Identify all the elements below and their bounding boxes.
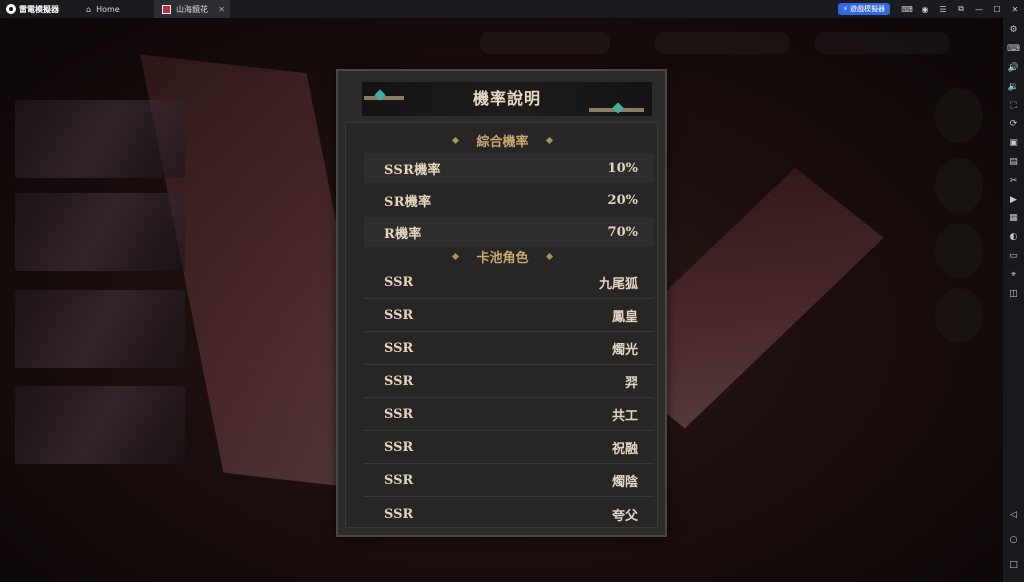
probability-dialog: 機率說明 綜合機率 SSR機率 10% SR機率 20% R機率 70% 卡池角… (336, 69, 667, 537)
character-name: 夸父 (611, 508, 638, 524)
multi-instance-button[interactable]: ⚡ 遊戲模擬器 (837, 3, 890, 15)
rate-row: SSR機率 10% (364, 153, 654, 183)
volume-up-icon[interactable]: 🔊 (1003, 59, 1024, 78)
character-rarity: SSR (384, 440, 414, 455)
folder-icon[interactable]: ▭ (1003, 247, 1024, 266)
rate-value: 10% (607, 160, 638, 176)
tab-home-label: Home (96, 4, 120, 14)
scissors-icon[interactable]: ✂ (1003, 171, 1024, 190)
ldplayer-logo-icon (6, 4, 16, 14)
character-row: SSR 九尾狐 (364, 267, 654, 299)
home-icon: ⌂ (86, 4, 92, 14)
character-name: 九尾狐 (598, 277, 638, 292)
keyboard-icon[interactable]: ⌨ (1003, 40, 1024, 59)
home-circle-icon[interactable]: ○ (1003, 530, 1024, 549)
character-name: 祝融 (611, 442, 638, 457)
character-row: SSR 羿 (364, 366, 654, 398)
dialog-title: 機率說明 (472, 89, 541, 108)
character-rarity: SSR (384, 341, 414, 356)
tab-game-label: 山海鏡花 (176, 4, 208, 14)
volume-down-icon[interactable]: 🔉 (1003, 77, 1024, 96)
character-row: SSR 共工 (364, 399, 654, 431)
sync-icon[interactable]: ◐ (1003, 228, 1024, 247)
maximize-icon[interactable]: ☐ (988, 5, 1006, 14)
settings-icon[interactable]: ⚙ (1003, 21, 1024, 40)
menu-icon[interactable]: ☰ (934, 5, 952, 14)
diamond-icon (452, 136, 460, 144)
character-rarity: SSR (384, 275, 414, 290)
screenshot-icon[interactable]: ▣ (1003, 134, 1024, 153)
rate-label: SSR機率 (384, 162, 441, 178)
character-name: 羿 (624, 376, 638, 391)
character-row: SSR 鳳皇 (364, 300, 654, 332)
rotate-icon[interactable]: ⟳ (1003, 115, 1024, 134)
diamond-icon (545, 252, 553, 260)
app-name: 雷電模擬器 (19, 4, 59, 14)
dialog-content[interactable]: 綜合機率 SSR機率 10% SR機率 20% R機率 70% 卡池角色 SSR… (345, 122, 658, 528)
apk-icon[interactable]: ▤ (1003, 153, 1024, 172)
tab-close-icon[interactable]: ✕ (218, 5, 225, 14)
character-name: 鳳皇 (611, 310, 638, 325)
tab-game[interactable]: 山海鏡花 ✕ (154, 0, 230, 18)
close-icon[interactable]: ✕ (1006, 5, 1024, 14)
character-row: SSR 燭陰 (364, 465, 654, 497)
multi-instance-label: 遊戲模擬器 (850, 5, 885, 13)
section-header-overall: 綜合機率 (346, 129, 659, 151)
rate-label: R機率 (384, 226, 422, 242)
diamond-icon (545, 136, 553, 144)
app-logo: 雷電模擬器 (0, 4, 78, 15)
rate-value: 20% (607, 192, 638, 208)
character-row: SSR 祝融 (364, 432, 654, 464)
section-title-pool: 卡池角色 (476, 250, 529, 266)
game-thumbnail-icon (162, 4, 171, 14)
fullscreen-icon[interactable]: ⛶ (1003, 96, 1024, 115)
section-title-overall: 綜合機率 (476, 134, 529, 150)
account-icon[interactable]: ◉ (916, 5, 934, 14)
restore-icon[interactable]: ⧉ (952, 4, 970, 14)
rate-label: SR機率 (384, 194, 432, 210)
emulator-sidebar: ⚙ ⌨ 🔊 🔉 ⛶ ⟳ ▣ ▤ ✂ ▶ ▦ ◐ ▭ ⌖ ◫ ◁ ○ □ (1003, 18, 1024, 582)
script-icon[interactable]: ▦ (1003, 209, 1024, 228)
window-titlebar: 雷電模擬器 ⌂ Home 山海鏡花 ✕ ⚡ 遊戲模擬器 ⌨ ◉ ☰ ⧉ — ☐ … (0, 0, 1024, 18)
back-icon[interactable]: ◁ (1003, 506, 1024, 525)
record-icon[interactable]: ▶ (1003, 190, 1024, 209)
shake-icon[interactable]: ◫ (1003, 284, 1024, 303)
section-header-pool: 卡池角色 (346, 245, 659, 267)
rate-row: SR機率 20% (364, 185, 654, 215)
character-rarity: SSR (384, 473, 414, 488)
rate-value: 70% (607, 224, 638, 240)
minimize-icon[interactable]: — (970, 5, 988, 14)
location-icon[interactable]: ⌖ (1003, 265, 1024, 284)
character-rarity: SSR (384, 374, 414, 389)
character-rarity: SSR (384, 308, 414, 323)
character-rarity: SSR (384, 506, 414, 522)
android-nav: ◁ ○ □ (1003, 506, 1024, 574)
dialog-header: 機率說明 (362, 82, 652, 116)
character-row: SSR 夸父 (364, 498, 654, 530)
tab-home[interactable]: ⌂ Home (78, 0, 154, 18)
character-row: SSR 燭光 (364, 333, 654, 365)
character-name: 燭陰 (611, 475, 638, 490)
character-rarity: SSR (384, 407, 414, 422)
character-name: 共工 (611, 409, 638, 424)
gamepad-icon[interactable]: ⌨ (898, 5, 916, 14)
recents-icon[interactable]: □ (1003, 555, 1024, 574)
rate-row: R機率 70% (364, 217, 654, 247)
diamond-icon (452, 252, 460, 260)
lightning-icon: ⚡ (842, 5, 848, 13)
character-name: 燭光 (611, 343, 638, 358)
